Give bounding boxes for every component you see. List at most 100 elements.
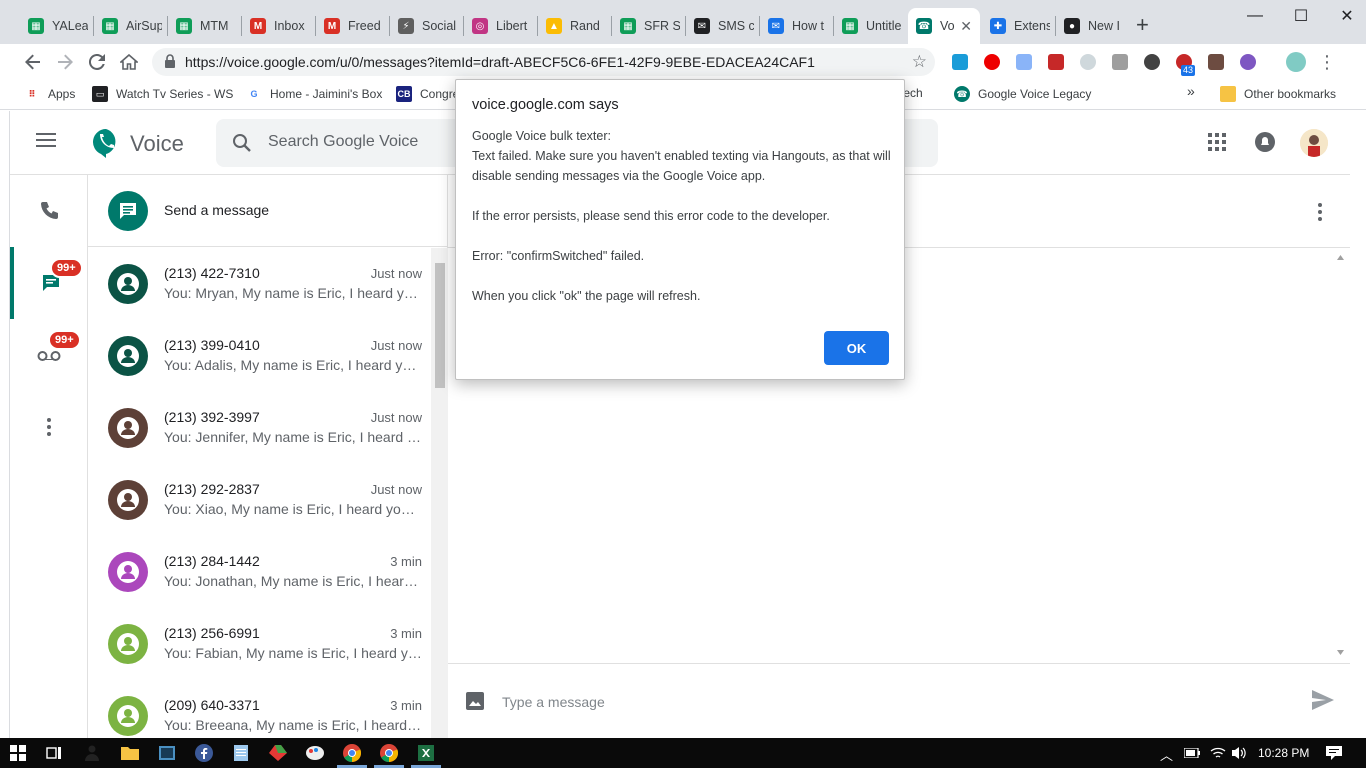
voicemail-nav-item[interactable]: 99+ bbox=[10, 319, 88, 391]
tab[interactable]: ⚡ Social bbox=[390, 8, 462, 44]
conversation-item[interactable]: (213) 399-0410 Just now You: Adalis, My na… bbox=[88, 320, 431, 392]
tab[interactable]: ▦ Untitle bbox=[834, 8, 906, 44]
excel-taskbar-button[interactable] bbox=[416, 743, 436, 763]
conversation-item[interactable]: (213) 284-1442 3 min You: Jonathan, My nam… bbox=[88, 536, 431, 608]
opera-extension-icon[interactable] bbox=[984, 54, 1000, 70]
extension-icon[interactable] bbox=[1016, 54, 1032, 70]
file-explorer-button[interactable] bbox=[120, 743, 140, 763]
windows-start-button[interactable] bbox=[8, 743, 28, 763]
thread-more-icon[interactable] bbox=[1318, 203, 1322, 221]
scrollbar-thumb[interactable] bbox=[435, 263, 445, 388]
message-time: Just now bbox=[370, 482, 422, 497]
notifications-icon[interactable] bbox=[1255, 132, 1275, 152]
new-tab-icon[interactable]: + bbox=[1136, 12, 1149, 38]
tab[interactable]: ◎ Libert bbox=[464, 8, 536, 44]
bookmark-item[interactable]: ⠿ Apps bbox=[24, 86, 75, 102]
dialog-line: Text failed. Make sure you haven't enabl… bbox=[472, 149, 891, 183]
contact-number: (213) 256-6991 bbox=[164, 625, 260, 641]
conversation-item[interactable]: (213) 292-2837 Just now You: Xiao, My name… bbox=[88, 464, 431, 536]
tab[interactable]: ▦ YALea bbox=[20, 8, 92, 44]
conversation-item[interactable]: (213) 392-3997 Just now You: Jennifer, My … bbox=[88, 392, 431, 464]
bookmarks-overflow-button[interactable]: » bbox=[1187, 83, 1195, 99]
taskbar-app-button[interactable] bbox=[157, 743, 177, 763]
conversation-item[interactable]: (213) 422-7310 Just now You: Mryan, My nam… bbox=[88, 248, 431, 320]
taskbar-app-button[interactable] bbox=[305, 743, 325, 763]
address-bar[interactable]: https://voice.google.com/u/0/messages?it… bbox=[152, 48, 935, 76]
profile-avatar-icon[interactable] bbox=[1286, 52, 1306, 72]
maximize-icon[interactable]: ☐ bbox=[1278, 4, 1324, 28]
conversation-item[interactable]: (213) 256-6991 3 min You: Fabian, My name … bbox=[88, 608, 431, 680]
notepad-button[interactable] bbox=[231, 743, 251, 763]
extension-icon[interactable] bbox=[1144, 54, 1160, 70]
apps-grid-icon[interactable] bbox=[1208, 133, 1226, 151]
minimize-icon[interactable]: — bbox=[1232, 4, 1278, 28]
extension-icon[interactable] bbox=[952, 54, 968, 70]
chrome-taskbar-button[interactable] bbox=[342, 743, 362, 763]
extension-icon[interactable] bbox=[1048, 54, 1064, 70]
tab[interactable]: ▲ Rand bbox=[538, 8, 610, 44]
forward-button[interactable] bbox=[53, 50, 77, 74]
contact-avatar-icon bbox=[108, 624, 148, 664]
contact-avatar-icon bbox=[108, 480, 148, 520]
contact-number: (213) 284-1442 bbox=[164, 553, 260, 569]
taskbar-app-button[interactable] bbox=[268, 743, 288, 763]
tab[interactable]: ✉ SMS c bbox=[686, 8, 758, 44]
conversation-item[interactable]: (209) 640-3371 3 min You: Breeana, My name… bbox=[88, 680, 431, 738]
battery-icon[interactable] bbox=[1184, 748, 1200, 758]
tab[interactable]: ▦ MTM bbox=[168, 8, 240, 44]
conversation-scrollbar[interactable] bbox=[431, 248, 448, 738]
bookmark-item[interactable]: ☎ Google Voice Legacy bbox=[954, 86, 1091, 102]
reload-button[interactable] bbox=[85, 50, 109, 74]
calls-nav-item[interactable] bbox=[10, 175, 88, 247]
chrome-menu-icon[interactable]: ⋮ bbox=[1318, 52, 1336, 73]
volume-icon[interactable] bbox=[1232, 746, 1246, 760]
tab[interactable]: ▦ SFR Si bbox=[612, 8, 684, 44]
extension-icon[interactable] bbox=[1112, 54, 1128, 70]
account-avatar[interactable] bbox=[1300, 129, 1328, 157]
bookmark-item[interactable]: G Home - Jaimini's Box bbox=[246, 86, 382, 102]
tab[interactable]: ✉ How t bbox=[760, 8, 832, 44]
home-button[interactable] bbox=[117, 50, 141, 74]
voicemail-count-badge: 99+ bbox=[48, 330, 81, 350]
back-button[interactable] bbox=[21, 50, 45, 74]
tab[interactable]: M Freed bbox=[316, 8, 388, 44]
ok-button[interactable]: OK bbox=[824, 331, 889, 365]
tab[interactable]: ✚ Extens bbox=[982, 8, 1054, 44]
message-input[interactable] bbox=[502, 690, 1282, 714]
task-view-button[interactable] bbox=[44, 743, 64, 763]
tab[interactable]: ● New I bbox=[1056, 8, 1128, 44]
extension-icon[interactable] bbox=[1240, 54, 1256, 70]
tab-active[interactable]: ☎ Vo ✕ bbox=[908, 8, 980, 44]
facebook-button[interactable] bbox=[194, 743, 214, 763]
chrome-taskbar-button[interactable] bbox=[379, 743, 399, 763]
people-button[interactable] bbox=[82, 743, 102, 763]
tab[interactable]: ▦ AirSup bbox=[94, 8, 166, 44]
insert-image-icon[interactable] bbox=[466, 692, 484, 710]
thread-scrollbar[interactable] bbox=[1332, 248, 1349, 662]
bookmark-item[interactable]: CB Congre bbox=[396, 86, 459, 102]
send-icon[interactable] bbox=[1312, 690, 1334, 710]
tab-label: AirSup bbox=[126, 19, 162, 33]
send-message-button[interactable]: Send a message bbox=[88, 175, 448, 247]
taskbar-clock[interactable]: 10:28 PM bbox=[1258, 746, 1309, 760]
wifi-icon[interactable] bbox=[1210, 746, 1226, 760]
tab[interactable]: M Inbox bbox=[242, 8, 314, 44]
close-tab-icon[interactable]: ✕ bbox=[960, 18, 972, 35]
mail-icon: ✉ bbox=[694, 18, 710, 34]
messages-nav-item[interactable]: 99+ bbox=[10, 247, 88, 319]
close-window-icon[interactable]: ✕ bbox=[1324, 4, 1366, 28]
more-nav-item[interactable] bbox=[10, 391, 88, 463]
menu-icon[interactable] bbox=[36, 133, 56, 147]
other-bookmarks-button[interactable]: Other bookmarks bbox=[1220, 86, 1336, 102]
bolt-extension-icon[interactable] bbox=[1208, 54, 1224, 70]
tray-chevron-up-icon[interactable]: ︿ bbox=[1160, 745, 1173, 764]
bookmark-label: Google Voice Legacy bbox=[978, 87, 1092, 101]
contact-number: (213) 422-7310 bbox=[164, 265, 260, 281]
action-center-icon[interactable] bbox=[1326, 746, 1342, 760]
bookmark-item[interactable]: ▭ Watch Tv Series - WS bbox=[92, 86, 233, 102]
search-placeholder: Search Google Voice bbox=[268, 133, 419, 150]
lock-icon bbox=[165, 54, 175, 68]
bookmark-label: Home - Jaimini's Box bbox=[270, 87, 383, 101]
extension-icon[interactable] bbox=[1080, 54, 1096, 70]
bookmark-star-icon[interactable]: ☆ bbox=[912, 52, 927, 72]
